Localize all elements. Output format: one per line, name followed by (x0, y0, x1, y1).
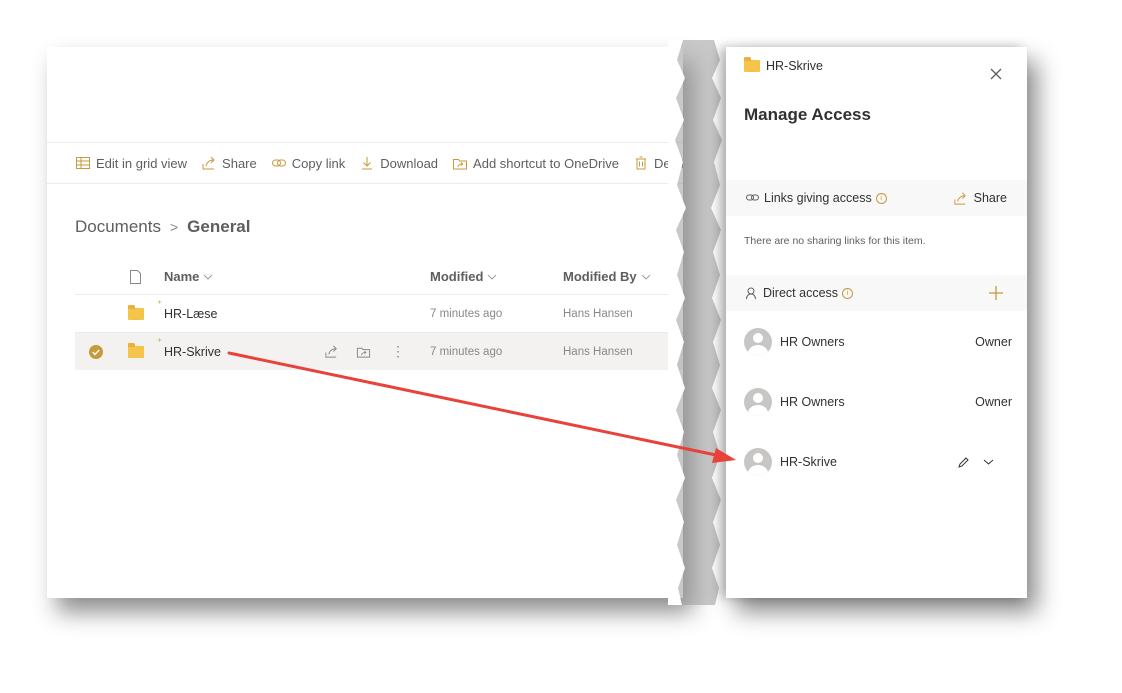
avatar (744, 328, 772, 356)
modified-by-cell: Hans Hansen (563, 345, 633, 358)
links-section-header: Links giving access i Share (726, 180, 1027, 216)
table-row-selected[interactable]: ⁺ HR-Skrive ⋮ 7 minutes ago Hans Hansen (75, 333, 683, 370)
share-icon (953, 191, 968, 206)
breadcrumb-separator: > (169, 219, 179, 235)
access-role: Owner (975, 395, 1012, 409)
access-entry[interactable]: HR Owners Owner (744, 387, 1014, 417)
chevron-down-icon (487, 269, 497, 284)
avatar (744, 448, 772, 476)
modified-by-cell: Hans Hansen (563, 307, 633, 320)
manage-access-panel: HR-Skrive Manage Access Links giving acc… (726, 47, 1027, 598)
share-button[interactable]: Share (201, 155, 257, 171)
access-entry-name: HR-Skrive (780, 455, 837, 469)
shortcut-icon (452, 155, 468, 171)
edit-grid-view-button[interactable]: Edit in grid view (75, 155, 187, 171)
new-item-icon: ⁺ (157, 336, 163, 348)
edit-permission-icon[interactable] (957, 456, 970, 469)
link-icon (746, 193, 760, 203)
no-links-message: There are no sharing links for this item… (744, 235, 926, 247)
access-role: Owner (975, 335, 1012, 349)
breadcrumb-current: General (187, 217, 251, 236)
person-icon (746, 287, 759, 300)
folder-icon (128, 333, 144, 370)
share-label: Share (222, 155, 257, 171)
copy-link-button[interactable]: Copy link (271, 155, 345, 171)
row-share-icon[interactable] (324, 333, 339, 370)
links-section-label: Links giving access (764, 191, 872, 205)
grid-icon (75, 155, 91, 171)
copy-link-label: Copy link (291, 155, 346, 171)
name-column-header[interactable]: Name (164, 269, 213, 284)
avatar (744, 388, 772, 416)
file-name[interactable]: ⁺ HR-Læse (157, 299, 218, 321)
panel-title: Manage Access (744, 105, 871, 124)
breadcrumb: Documents > General (75, 217, 250, 237)
selected-check-icon[interactable] (89, 333, 103, 370)
download-icon (359, 155, 375, 171)
direct-access-label: Direct access (763, 286, 839, 300)
file-type-header-icon[interactable] (129, 269, 142, 290)
download-button[interactable]: Download (359, 155, 438, 171)
share-icon (201, 155, 217, 171)
modified-column-header[interactable]: Modified (430, 269, 497, 284)
file-name-text: HR-Læse (164, 306, 218, 321)
direct-access-header: Direct access i (726, 275, 1027, 311)
new-item-icon: ⁺ (157, 298, 163, 310)
name-column-label: Name (164, 269, 200, 284)
access-entry[interactable]: HR-Skrive (744, 447, 1014, 477)
links-share-label: Share (973, 191, 1007, 205)
file-name-text: HR-Skrive (164, 344, 221, 359)
modified-cell: 7 minutes ago (430, 345, 503, 358)
close-icon[interactable] (990, 65, 1002, 83)
modified-by-column-label: Modified By (563, 269, 637, 284)
breadcrumb-parent[interactable]: Documents (75, 217, 161, 237)
folder-icon (744, 57, 760, 72)
modified-column-label: Modified (430, 269, 484, 284)
row-shortcut-icon[interactable] (356, 333, 371, 370)
item-name: HR-Skrive (766, 59, 823, 73)
more-options-icon[interactable]: ⋮ (391, 333, 405, 370)
access-entry-name: HR Owners (780, 335, 845, 349)
torn-edge-divider (668, 40, 726, 605)
links-share-button[interactable]: Share (953, 191, 1007, 206)
add-shortcut-button[interactable]: Add shortcut to OneDrive (452, 155, 619, 171)
table-row[interactable]: ⁺ HR-Læse 7 minutes ago Hans Hansen (75, 295, 683, 332)
file-name[interactable]: ⁺ HR-Skrive (157, 337, 221, 359)
add-shortcut-label: Add shortcut to OneDrive (473, 155, 620, 171)
download-label: Download (380, 155, 439, 171)
item-header: HR-Skrive (744, 57, 823, 73)
trash-icon (633, 155, 649, 171)
edit-grid-view-label: Edit in grid view (96, 155, 188, 171)
info-icon[interactable]: i (842, 287, 854, 299)
modified-cell: 7 minutes ago (430, 307, 503, 320)
chevron-down-icon (203, 269, 213, 284)
command-bar: Edit in grid view Share Copy link Downlo… (47, 142, 683, 184)
access-entry[interactable]: HR Owners Owner (744, 327, 1014, 357)
info-icon[interactable]: i (875, 192, 887, 204)
add-person-button[interactable] (989, 286, 1003, 300)
chevron-down-icon (641, 269, 651, 284)
folder-icon (128, 295, 144, 332)
chevron-down-icon[interactable] (983, 458, 994, 466)
access-entry-name: HR Owners (780, 395, 845, 409)
link-icon (271, 155, 287, 171)
plus-icon (989, 286, 1003, 300)
modified-by-column-header[interactable]: Modified By (563, 269, 651, 284)
document-library-panel: Edit in grid view Share Copy link Downlo… (47, 47, 683, 598)
